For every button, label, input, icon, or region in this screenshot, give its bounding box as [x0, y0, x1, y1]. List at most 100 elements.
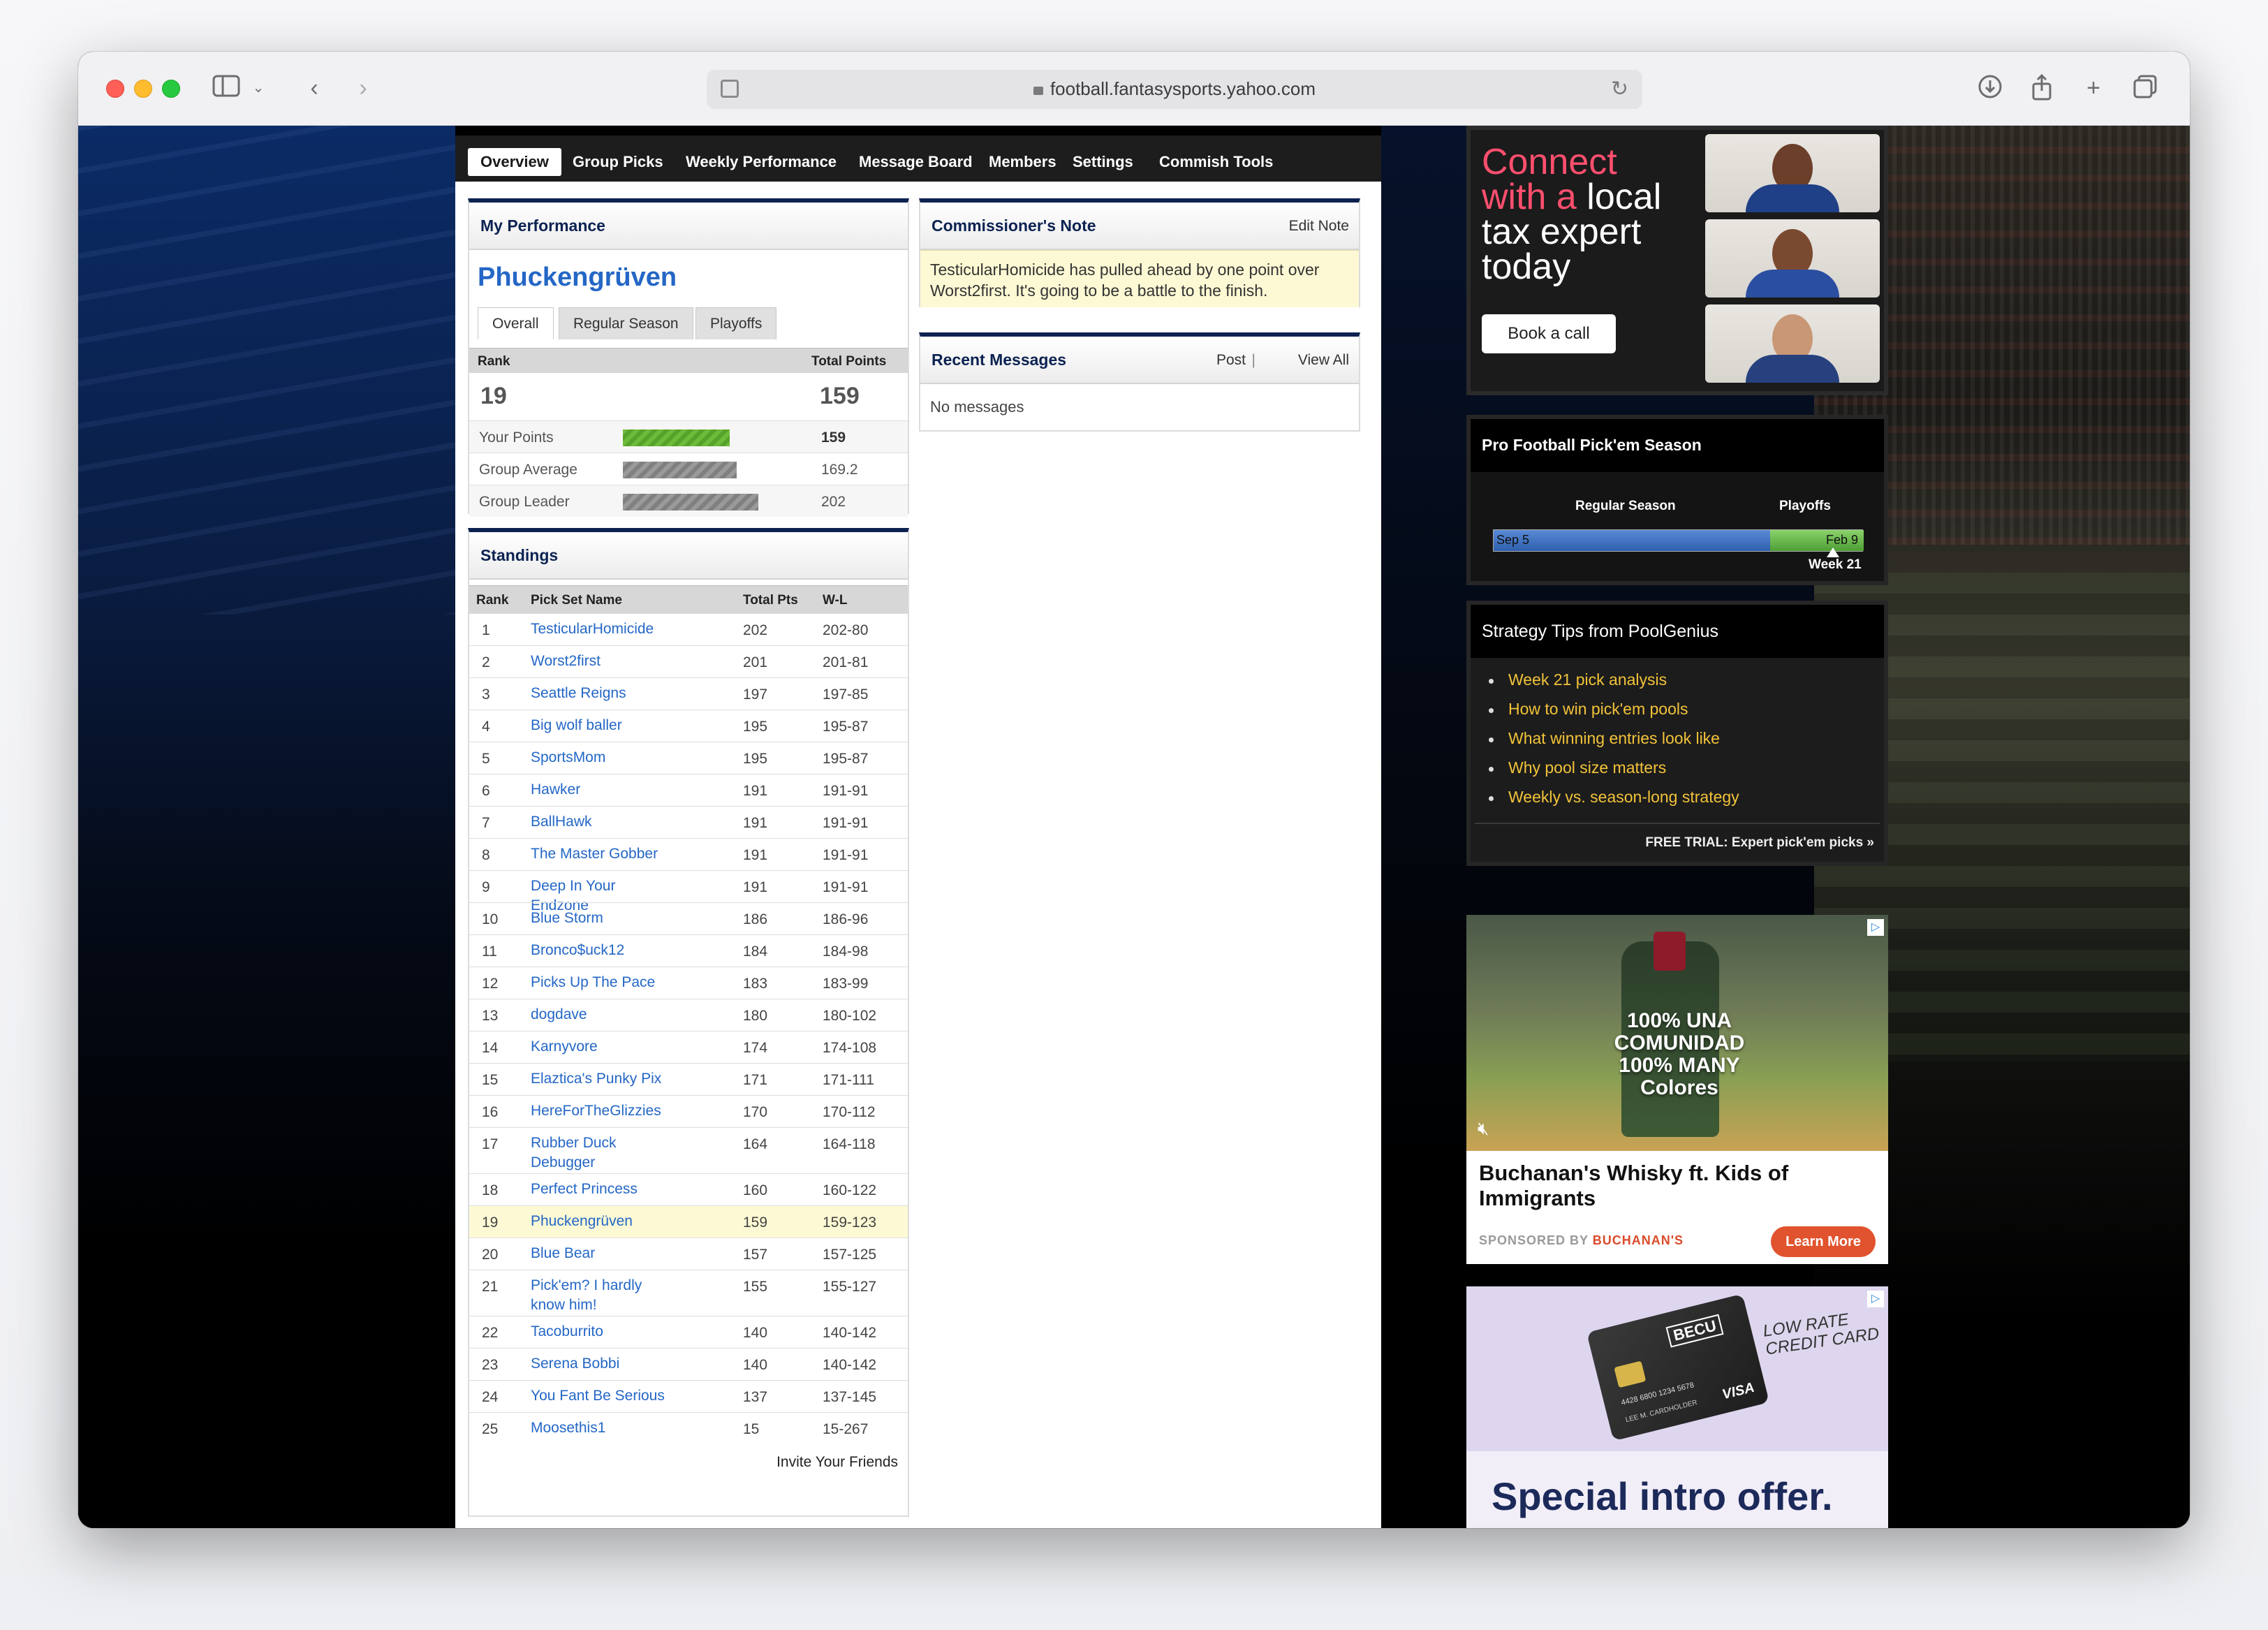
sidebar-toggle-icon[interactable]: [211, 74, 242, 102]
total-pts-cell: 180: [743, 1008, 768, 1024]
table-row: 19 Phuckengrüven 159 159-123: [469, 1205, 908, 1238]
nav-settings[interactable]: Settings: [1060, 148, 1146, 176]
pick-set-name-link[interactable]: Blue Storm: [531, 909, 670, 928]
total-pts-cell: 197: [743, 686, 768, 703]
win-loss-cell: 160-122: [823, 1182, 877, 1198]
total-pts-cell: 195: [743, 719, 768, 735]
performance-header: Rank Total Points: [469, 348, 908, 373]
total-pts-cell: 201: [743, 654, 768, 670]
pick-set-name-link[interactable]: Blue Bear: [531, 1244, 670, 1263]
pick-set-name-link[interactable]: Rubber Duck Debugger: [531, 1133, 670, 1173]
pick-set-name-link[interactable]: Big wolf baller: [531, 716, 670, 735]
pick-set-name-link[interactable]: Pick'em? I hardly know him!: [531, 1276, 670, 1315]
total-points-value: 159: [820, 383, 860, 409]
total-pts-cell: 164: [743, 1136, 768, 1152]
pick-set-name-link[interactable]: Moosethis1: [531, 1418, 670, 1438]
whisky-ad[interactable]: 100% UNA COMUNIDAD 100% MANY Colores 🔇︎ …: [1466, 915, 1888, 1264]
whisky-ad-title[interactable]: Buchanan's Whisky ft. Kids of Immigrants: [1479, 1161, 1870, 1211]
col-name: Pick Set Name: [531, 593, 622, 608]
my-performance-title: My Performance: [480, 216, 605, 235]
pick-set-name-link[interactable]: Hawker: [531, 780, 670, 800]
share-icon[interactable]: [2026, 73, 2057, 102]
new-tab-icon[interactable]: +: [2078, 74, 2109, 102]
learn-more-button[interactable]: Learn More: [1771, 1226, 1876, 1257]
tab-regular-season[interactable]: Regular Season: [559, 307, 693, 339]
whisky-ad-video[interactable]: 100% UNA COMUNIDAD 100% MANY Colores 🔇︎ …: [1466, 915, 1888, 1151]
total-points-header: Total Points: [811, 354, 887, 369]
zoom-window-button[interactable]: [162, 80, 180, 98]
tip-link[interactable]: Weekly vs. season-long strategy: [1508, 788, 1739, 807]
download-icon[interactable]: [1975, 74, 2005, 102]
win-loss-cell: 197-85: [823, 686, 869, 703]
pick-set-name-link[interactable]: Picks Up The Pace: [531, 973, 670, 992]
rank-cell: 23: [482, 1357, 499, 1373]
tip-link[interactable]: What winning entries look like: [1508, 729, 1720, 748]
pick-set-name-link[interactable]: Perfect Princess: [531, 1180, 670, 1199]
divider: [1475, 823, 1880, 824]
sponsor-brand: BUCHANAN'S: [1592, 1233, 1684, 1247]
mute-icon[interactable]: 🔇︎: [1478, 1117, 1489, 1140]
total-pts-cell: 15: [743, 1421, 760, 1437]
nav-commish-tools[interactable]: Commish Tools: [1147, 148, 1286, 176]
tab-playoffs[interactable]: Playoffs: [695, 307, 777, 339]
total-pts-cell: 170: [743, 1104, 768, 1120]
tip-link[interactable]: Week 21 pick analysis: [1508, 670, 1667, 689]
win-loss-cell: 174-108: [823, 1040, 877, 1056]
pick-set-name-link[interactable]: Serena Bobbi: [531, 1354, 670, 1374]
table-row: 8 The Master Gobber 191 191-91: [469, 838, 908, 870]
tab-overall[interactable]: Overall: [478, 307, 554, 339]
win-loss-cell: 180-102: [823, 1008, 877, 1024]
win-loss-cell: 191-91: [823, 783, 869, 799]
table-row: 11 Bronco$uck12 184 184-98: [469, 934, 908, 967]
table-row: 10 Blue Storm 186 186-96: [469, 902, 908, 934]
tab-overview-icon[interactable]: [2130, 74, 2160, 102]
team-name[interactable]: Phuckengrüven: [478, 263, 677, 293]
pick-set-name-link[interactable]: You Fant Be Serious: [531, 1386, 670, 1406]
pick-set-name-link[interactable]: Phuckengrüven: [531, 1212, 670, 1231]
post-link[interactable]: Post: [1216, 352, 1246, 369]
minimize-window-button[interactable]: [134, 80, 152, 98]
edit-note-link[interactable]: Edit Note: [1289, 218, 1349, 235]
pick-set-name-link[interactable]: TesticularHomicide: [531, 619, 670, 639]
pick-set-name-link[interactable]: Seattle Reigns: [531, 684, 670, 703]
table-row: 18 Perfect Princess 160 160-122: [469, 1173, 908, 1205]
pick-set-name-link[interactable]: Bronco$uck12: [531, 941, 670, 960]
nav-overview[interactable]: Overview: [468, 148, 561, 176]
pick-set-name-link[interactable]: HereForTheGlizzies: [531, 1101, 670, 1121]
rank-cell: 10: [482, 911, 499, 927]
rank-cell: 18: [482, 1182, 499, 1198]
forward-icon[interactable]: ›: [349, 74, 377, 102]
book-call-button[interactable]: Book a call: [1482, 314, 1616, 353]
adchoices-icon[interactable]: ▷: [1867, 1291, 1884, 1307]
becu-credit-card-ad[interactable]: BECU 4428 6800 1234 5678 LEE M. CARDHOLD…: [1466, 1286, 1888, 1528]
free-trial-link[interactable]: FREE TRIAL: Expert pick'em picks »: [1645, 835, 1874, 851]
nav-group-picks[interactable]: Group Picks: [560, 148, 676, 176]
pick-set-name-link[interactable]: Karnyvore: [531, 1037, 670, 1057]
back-icon[interactable]: ‹: [300, 74, 328, 102]
strategy-tips-widget: Strategy Tips from PoolGenius Week 21 pi…: [1466, 601, 1888, 866]
address-bar[interactable]: football.fantasysports.yahoo.com ↻: [707, 70, 1642, 109]
table-row: 7 BallHawk 191 191-91: [469, 806, 908, 838]
pick-set-name-link[interactable]: Worst2first: [531, 652, 670, 671]
nav-members[interactable]: Members: [976, 148, 1069, 176]
tip-link[interactable]: How to win pick'em pools: [1508, 700, 1688, 719]
tip-link[interactable]: Why pool size matters: [1508, 758, 1666, 777]
chevron-down-icon[interactable]: ⌄: [250, 74, 267, 102]
invite-friends-link[interactable]: Invite Your Friends: [776, 1454, 898, 1471]
pick-set-name-link[interactable]: SportsMom: [531, 748, 670, 768]
pick-set-name-link[interactable]: BallHawk: [531, 812, 670, 832]
table-row: 2 Worst2first 201 201-81: [469, 645, 908, 677]
pick-set-name-link[interactable]: The Master Gobber: [531, 844, 670, 864]
pick-set-name-link[interactable]: Tacoburrito: [531, 1322, 670, 1342]
lock-icon: [1033, 87, 1043, 95]
rank-cell: 13: [482, 1008, 499, 1024]
reload-icon[interactable]: ↻: [1611, 77, 1628, 101]
adchoices-icon[interactable]: ▷: [1867, 919, 1884, 936]
pick-set-name-link[interactable]: dogdave: [531, 1005, 670, 1025]
nav-weekly-performance[interactable]: Weekly Performance: [673, 148, 849, 176]
view-all-link[interactable]: View All: [1298, 352, 1349, 369]
tax-expert-ad[interactable]: Connect with a local tax expert today Bo…: [1466, 126, 1888, 395]
nav-message-board[interactable]: Message Board: [846, 148, 985, 176]
pick-set-name-link[interactable]: Elaztica's Punky Pix: [531, 1069, 670, 1089]
close-window-button[interactable]: [106, 80, 124, 98]
